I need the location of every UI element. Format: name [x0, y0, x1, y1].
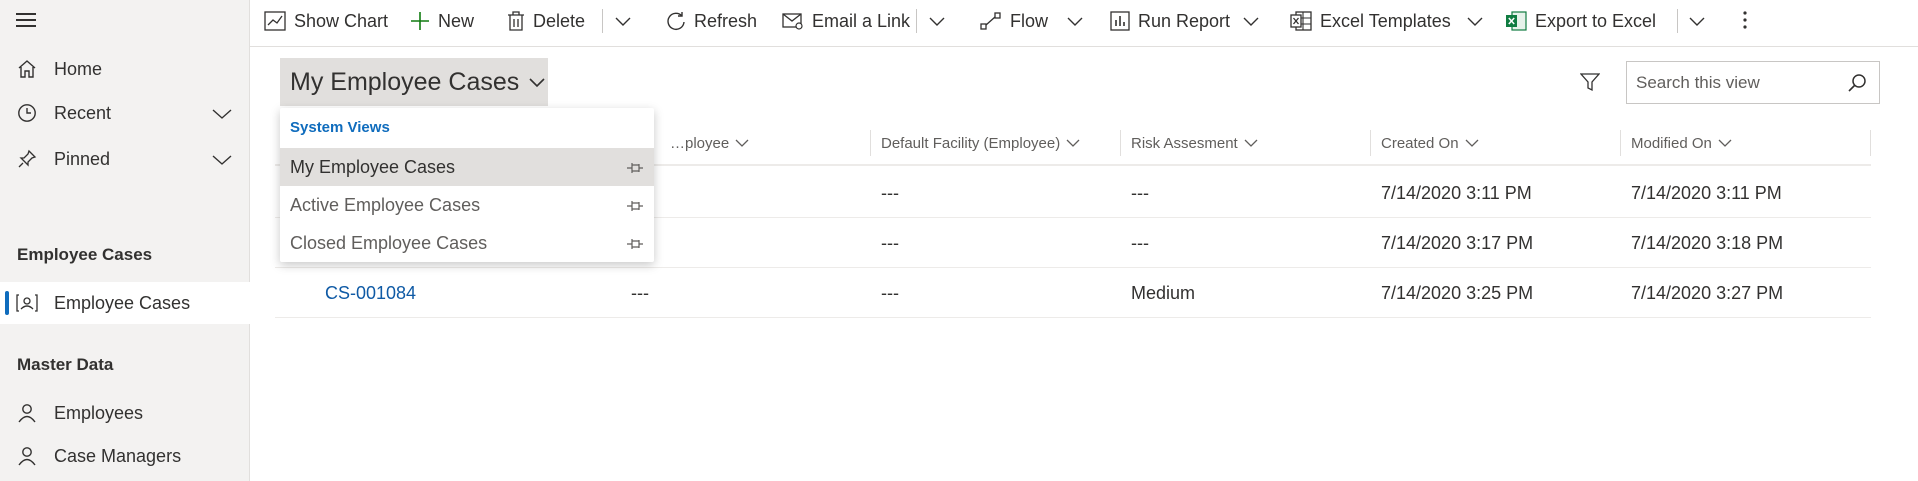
sidebar-item-home[interactable]: Home: [0, 48, 250, 90]
new-button[interactable]: New: [410, 0, 474, 42]
search-icon[interactable]: [1847, 73, 1867, 98]
run-report-button[interactable]: Run Report: [1110, 0, 1230, 42]
view-selector[interactable]: My Employee Cases: [280, 58, 548, 106]
contact-card-icon: [16, 292, 38, 314]
view-option-my-employee-cases[interactable]: My Employee Cases: [280, 148, 654, 186]
pin-icon: [16, 148, 38, 170]
chevron-down-icon: [1244, 138, 1258, 148]
sidebar-item-label: Case Managers: [54, 445, 182, 466]
cell-employee: ---: [631, 282, 649, 303]
more-email-chevron-icon[interactable]: [928, 12, 946, 35]
flow-icon: [980, 11, 1002, 31]
cell-risk: Medium: [1131, 282, 1196, 303]
toolbar-separator: [1677, 9, 1678, 33]
home-icon: [16, 58, 38, 80]
excel-templates-button[interactable]: Excel Templates: [1290, 0, 1451, 42]
sidebar-item-employees[interactable]: Employees: [0, 392, 250, 434]
excel-template-icon: [1290, 11, 1312, 31]
view-option-closed-employee-cases[interactable]: Closed Employee Cases: [280, 224, 654, 262]
filter-icon[interactable]: [1579, 72, 1601, 97]
sidebar-item-label: Home: [54, 58, 103, 79]
view-dropdown: System Views My Employee Cases Active Em…: [280, 108, 654, 262]
search-box: [1626, 61, 1880, 104]
cell-modified-on: 7/14/2020 3:27 PM: [1631, 282, 1784, 303]
toolbar-separator: [916, 9, 917, 33]
refresh-icon: [666, 11, 686, 31]
sidebar-item-label: Employee Cases: [54, 292, 191, 313]
more-commands-icon[interactable]: [1742, 10, 1748, 35]
column-header-modified-on[interactable]: Modified On: [1621, 120, 1732, 166]
cell-facility: ---: [881, 182, 899, 203]
column-header-employee[interactable]: …ployee: [660, 120, 749, 166]
sidebar-item-label: Pinned: [54, 148, 111, 169]
export-excel-button[interactable]: Export to Excel: [1505, 0, 1656, 42]
report-icon: [1110, 11, 1130, 31]
view-option-active-employee-cases[interactable]: Active Employee Cases: [280, 186, 654, 224]
cell-modified-on: 7/14/2020 3:11 PM: [1631, 182, 1782, 203]
cell-risk: ---: [1131, 232, 1149, 253]
section-title-master-data: Master Data: [17, 355, 114, 374]
sidebar-item-pinned[interactable]: Pinned: [0, 138, 250, 180]
chevron-down-icon: [1718, 138, 1732, 148]
person-icon: [16, 445, 38, 467]
case-number-link[interactable]: CS-001084: [315, 268, 416, 318]
cell-modified-on: 7/14/2020 3:18 PM: [1631, 232, 1784, 253]
export-chevron-icon[interactable]: [1688, 12, 1706, 35]
cell-created-on: 7/14/2020 3:11 PM: [1381, 182, 1532, 203]
app-window: Home Recent Pinned Employee Cases Employ…: [0, 0, 1918, 481]
sidebar-item-recent[interactable]: Recent: [0, 92, 250, 134]
sidebar-item-label: Employees: [54, 402, 144, 423]
view-title: My Employee Cases: [290, 67, 520, 96]
dropdown-group-header: System Views: [290, 119, 390, 136]
column-separator: [1870, 130, 1871, 156]
more-delete-chevron-icon[interactable]: [614, 12, 632, 35]
pin-icon[interactable]: [626, 235, 644, 256]
chevron-down-icon[interactable]: [212, 150, 232, 171]
cell-created-on: 7/14/2020 3:17 PM: [1381, 232, 1534, 253]
chevron-down-icon[interactable]: [212, 104, 232, 125]
show-chart-button[interactable]: Show Chart: [264, 0, 388, 42]
cell-facility: ---: [881, 232, 899, 253]
column-header-created-on[interactable]: Created On: [1371, 120, 1479, 166]
excel-templates-chevron-icon[interactable]: [1466, 12, 1484, 35]
pin-icon[interactable]: [626, 159, 644, 180]
sidebar-item-employee-cases[interactable]: Employee Cases: [0, 282, 250, 324]
column-header-risk-assesment[interactable]: Risk Assesment: [1121, 120, 1258, 166]
run-report-chevron-icon[interactable]: [1242, 12, 1260, 35]
plus-icon: [410, 11, 430, 31]
email-link-icon: [782, 11, 804, 31]
column-header-default-facility[interactable]: Default Facility (Employee): [871, 120, 1080, 166]
clock-icon: [16, 102, 38, 124]
excel-icon: [1505, 11, 1527, 31]
flow-chevron-icon[interactable]: [1066, 12, 1084, 35]
command-bar: Show Chart New Delete Refresh Email a Li…: [250, 0, 1918, 47]
trash-icon: [507, 11, 525, 31]
cell-created-on: 7/14/2020 3:25 PM: [1381, 282, 1534, 303]
cell-risk: ---: [1131, 182, 1149, 203]
section-title-employee-cases: Employee Cases: [17, 245, 153, 264]
chevron-down-icon: [735, 138, 749, 148]
chevron-down-icon: [1465, 138, 1479, 148]
sidebar-item-case-managers[interactable]: Case Managers: [0, 435, 250, 477]
active-indicator: [5, 291, 9, 315]
sidebar: Home Recent Pinned Employee Cases Employ…: [0, 0, 250, 481]
chevron-down-icon: [529, 76, 545, 88]
chart-icon: [264, 11, 286, 31]
flow-button[interactable]: Flow: [980, 0, 1048, 42]
search-input[interactable]: [1627, 62, 1837, 103]
sidebar-item-label: Recent: [54, 102, 112, 123]
pin-icon[interactable]: [626, 197, 644, 218]
refresh-button[interactable]: Refresh: [666, 0, 757, 42]
toolbar-separator: [602, 9, 603, 33]
hamburger-menu-icon[interactable]: [16, 13, 36, 29]
person-icon: [16, 402, 38, 424]
table-row[interactable]: CS-001084 --- --- Medium 7/14/2020 3:25 …: [275, 268, 1871, 318]
cell-facility: ---: [881, 282, 899, 303]
delete-button[interactable]: Delete: [507, 0, 585, 42]
email-link-button[interactable]: Email a Link: [782, 0, 910, 42]
chevron-down-icon: [1066, 138, 1080, 148]
